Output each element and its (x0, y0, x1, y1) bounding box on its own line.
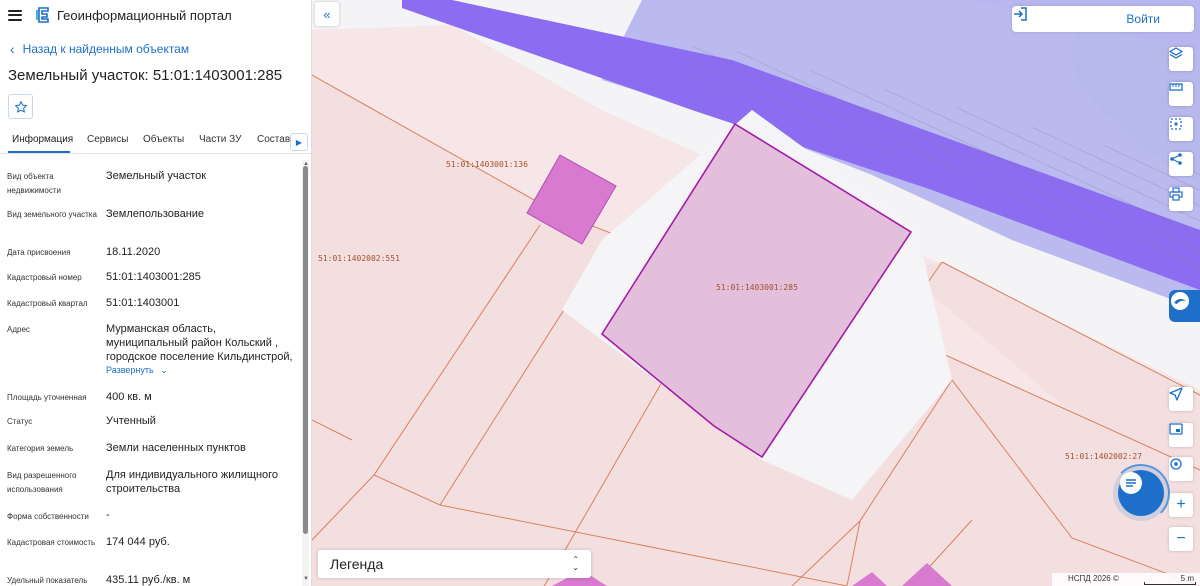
portal-logo-icon (36, 7, 49, 23)
layers-button[interactable] (1169, 47, 1193, 71)
property-value: 435.11 руб./кв. м (106, 574, 191, 586)
property-value: Землепользование (106, 208, 205, 220)
active-tab-indicator (8, 151, 70, 153)
back-label: Назад к найденным объектам (22, 42, 190, 56)
parcel-label: 51:01:1402002:27 (1065, 452, 1143, 461)
expand-address-link[interactable]: Развернуть ⌄ (106, 365, 168, 376)
navigation-arrow-icon (1169, 387, 1183, 401)
zoom-out-button[interactable]: − (1169, 527, 1193, 551)
property-label: Адрес (7, 325, 30, 334)
favorite-button[interactable] (8, 94, 33, 119)
property-value: Учтенный (106, 415, 156, 427)
tab-services[interactable]: Сервисы (87, 134, 128, 145)
geolocation-button[interactable] (1169, 457, 1193, 481)
scroll-down-icon[interactable]: ▼ (303, 576, 309, 582)
property-label: Кадастровый номер (7, 273, 82, 282)
property-label: Вид земельного участка (7, 210, 97, 219)
properties-list: Вид объекта недвижимости Земельный участ… (0, 160, 300, 586)
minus-icon: − (1176, 530, 1186, 547)
measure-button[interactable] (1169, 82, 1193, 106)
select-area-icon (1170, 118, 1182, 130)
print-icon (1169, 187, 1183, 201)
ruler-icon (1169, 83, 1183, 91)
parcel-label: 51:01:1403001:136 (446, 160, 528, 169)
tab-objects[interactable]: Объекты (143, 134, 184, 145)
property-label: Кадастровая стоимость (7, 538, 96, 547)
area-select-button[interactable] (1169, 117, 1193, 141)
property-label: Площадь уточненная (7, 393, 87, 402)
object-tabs: Информация Сервисы Объекты Части ЗУ Сост… (0, 128, 311, 154)
login-icon[interactable] (1012, 6, 1028, 22)
map-view[interactable]: 51:01:1403001:136 51:01:1402002:551 51:0… (312, 0, 1200, 586)
layers-icon (1169, 47, 1183, 59)
property-value: - (106, 509, 110, 521)
map-canvas[interactable] (312, 0, 1200, 586)
property-label: Кадастровый квартал (7, 299, 88, 308)
property-label: Статус (7, 417, 33, 426)
basemap-icon (1169, 423, 1183, 435)
expand-label: Развернуть (106, 365, 154, 375)
tab-composition[interactable]: Состав (257, 134, 290, 145)
login-button[interactable]: Войти (1126, 12, 1160, 26)
address-line: муниципальный район Кольский , (106, 337, 279, 349)
locate-button[interactable] (1169, 387, 1193, 411)
share-icon (1170, 153, 1182, 165)
collapse-panel-button[interactable]: « (315, 2, 339, 26)
property-value: Земли населенных пунктов (106, 442, 246, 454)
property-value: 51:01:1403001 (106, 297, 180, 309)
property-value: 174 044 руб. (106, 536, 170, 548)
property-label: Форма собственности (7, 512, 89, 521)
property-label: Категория земель (7, 444, 74, 453)
double-chevron-left-icon: « (323, 6, 331, 22)
parcel-label: 51:01:1402002:551 (318, 254, 400, 263)
property-value: Земельный участок (106, 170, 207, 182)
scale-bar (1144, 582, 1196, 585)
address-line: городское поселение Кильдинстрой, (106, 351, 293, 363)
property-value: строительства (106, 483, 181, 495)
panel-header: Геоинформационный портал (0, 0, 311, 30)
login-bar: Войти (1012, 6, 1194, 32)
assistant-tab[interactable] (1169, 290, 1200, 322)
property-label: Вид объекта недвижимости (7, 172, 61, 195)
basemap-button[interactable] (1169, 423, 1193, 447)
chat-icon (1120, 472, 1142, 494)
app-title: Геоинформационный портал (57, 7, 232, 23)
object-title: Земельный участок: 51:01:1403001:285 (8, 67, 283, 84)
property-value: 51:01:1403001:285 (106, 271, 201, 283)
share-button[interactable] (1169, 152, 1193, 176)
property-value: 18.11.2020 (106, 246, 161, 258)
plus-icon: + (1176, 496, 1186, 513)
menu-icon[interactable] (8, 9, 22, 21)
parcel-label: 51:01:1403001:285 (716, 283, 798, 292)
legend-label: Легенда (330, 556, 384, 572)
tab-parcel-parts[interactable]: Части ЗУ (199, 134, 241, 145)
tab-information[interactable]: Информация (12, 134, 73, 145)
assistant-icon (1171, 292, 1189, 310)
star-icon (14, 100, 27, 113)
address-line: Мурманская область, (106, 323, 217, 335)
zoom-in-button[interactable]: + (1169, 493, 1193, 517)
property-value: Для индивидуального жилищного (106, 469, 279, 481)
chat-button[interactable] (1118, 470, 1164, 516)
chevron-right-icon: ▶ (295, 137, 303, 147)
chevron-down-icon: ⌄ (160, 365, 168, 375)
up-down-chevron-icon: ⌃ ⌄ (572, 555, 579, 572)
print-button[interactable] (1169, 187, 1193, 211)
info-panel: Геоинформационный портал ‹ Назад к найде… (0, 0, 312, 586)
tabs-scroll-right-button[interactable]: ▶ (290, 133, 308, 151)
map-attribution: НСПД 2026 © 5 m (1052, 573, 1200, 586)
location-pin-icon (1170, 458, 1182, 470)
chevron-left-icon: ‹ (10, 41, 15, 57)
property-value: 400 кв. м (106, 391, 152, 403)
property-label: Вид разрешенного использования (7, 471, 77, 494)
property-label: Удельный показатель (7, 576, 88, 585)
legend-dropdown[interactable]: Легенда ⌃ ⌄ (318, 550, 591, 578)
property-label: Дата присвоения (7, 248, 71, 257)
attribution-text: НСПД 2026 © (1068, 574, 1119, 583)
back-to-results-link[interactable]: ‹ Назад к найденным объектам (10, 42, 189, 56)
scrollbar-thumb[interactable] (303, 166, 308, 534)
